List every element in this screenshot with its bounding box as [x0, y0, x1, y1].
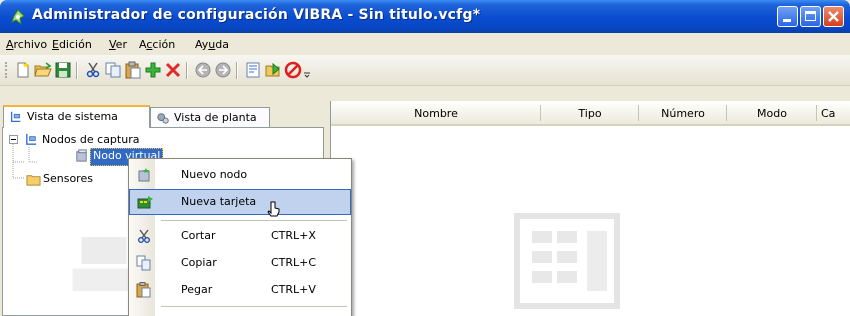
column-header-tipo[interactable]: Tipo [541, 101, 639, 126]
export-icon[interactable] [264, 61, 282, 79]
copy-icon [136, 255, 151, 271]
add-icon[interactable] [144, 61, 162, 79]
maximize-icon [805, 11, 816, 21]
tab-vista-planta[interactable]: Vista de planta [150, 107, 270, 127]
menu-ayuda[interactable]: Ayuda [195, 38, 229, 51]
menu-item-label: Cortar [181, 229, 216, 242]
menu-separator [161, 306, 347, 307]
window-title: Administrador de configuración VIBRA - S… [32, 7, 481, 23]
context-menu: Nuevo nodo Nueva tarjeta Cortar CTRL+X C… [128, 158, 352, 316]
column-header-nombre[interactable]: Nombre [331, 101, 541, 126]
details-pane: Nombre Tipo Número Modo Ca [330, 101, 850, 316]
column-header-ca[interactable]: Ca [817, 101, 850, 126]
menu-item-label: Copiar [181, 256, 217, 269]
app-window: Administrador de configuración VIBRA - S… [0, 0, 850, 316]
menu-item-copiar[interactable]: Copiar CTRL+C [129, 250, 351, 276]
menu-accion[interactable]: Acción [139, 38, 175, 51]
collapse-toggle[interactable] [9, 135, 18, 144]
menu-bar: Archivo Edición Ver Acción Ayuda [0, 33, 850, 55]
menu-item-nuevo-nodo[interactable]: Nuevo nodo [129, 162, 351, 188]
menu-separator [161, 220, 347, 221]
minimize-button[interactable] [777, 6, 798, 27]
menu-edicion[interactable]: Edición [52, 38, 92, 51]
menu-item-pegar[interactable]: Pegar CTRL+V [129, 277, 351, 303]
new-icon[interactable] [14, 61, 32, 79]
column-header-modo[interactable]: Modo [727, 101, 817, 126]
app-icon [11, 9, 25, 25]
card-illustration [514, 213, 620, 309]
tree-node-capture[interactable]: Nodos de captura [42, 133, 139, 149]
forward-icon[interactable] [214, 61, 232, 79]
back-icon[interactable] [194, 61, 212, 79]
new-node-icon [138, 168, 150, 182]
cut-icon [138, 229, 150, 243]
cut-icon[interactable] [84, 61, 102, 79]
folder-icon [26, 175, 41, 186]
tab-vista-sistema[interactable]: Vista de sistema [3, 105, 150, 128]
gear-icon [157, 113, 169, 124]
minimize-icon [783, 19, 791, 22]
stop-icon[interactable] [284, 61, 302, 79]
menu-item-label: Pegar [181, 283, 213, 296]
save-icon[interactable] [54, 61, 72, 79]
cursor-icon [267, 201, 280, 217]
menu-item-label: Nuevo nodo [181, 168, 248, 181]
open-icon[interactable] [34, 61, 52, 79]
menu-archivo[interactable]: Archivo [6, 38, 47, 51]
network-icon [10, 111, 21, 123]
close-button[interactable] [823, 6, 844, 27]
menu-item-label: Nueva tarjeta [181, 195, 257, 208]
menu-item-shortcut: CTRL+V [271, 283, 316, 296]
toolbar-separator [186, 62, 188, 79]
delete-icon[interactable] [164, 61, 182, 79]
toolbar-overflow-icon[interactable] [303, 71, 311, 79]
toolbar-separator [236, 62, 238, 79]
menu-item-shortcut: CTRL+X [271, 229, 316, 242]
menu-item-cortar[interactable]: Cortar CTRL+X [129, 223, 351, 249]
menu-item-shortcut: CTRL+C [271, 256, 317, 269]
menu-item-nueva-tarjeta[interactable]: Nueva tarjeta [129, 189, 351, 215]
toolbar-grip[interactable] [5, 62, 9, 78]
toolbar-separator [76, 62, 78, 79]
tab-label: Vista de sistema [27, 110, 118, 123]
tab-label: Vista de planta [174, 111, 257, 124]
maximize-button[interactable] [800, 6, 821, 27]
properties-icon[interactable] [244, 61, 262, 79]
network-icon [26, 133, 37, 145]
paste-icon [136, 282, 151, 298]
close-icon [828, 11, 839, 22]
node-icon [76, 149, 87, 162]
new-card-icon [137, 196, 153, 209]
copy-icon[interactable] [104, 61, 122, 79]
column-header-numero[interactable]: Número [639, 101, 727, 126]
toolbar [0, 55, 850, 86]
tree-node-sensores[interactable]: Sensores [43, 172, 93, 188]
menu-ver[interactable]: Ver [109, 38, 127, 51]
title-bar[interactable]: Administrador de configuración VIBRA - S… [0, 0, 850, 33]
paste-icon[interactable] [124, 61, 142, 79]
